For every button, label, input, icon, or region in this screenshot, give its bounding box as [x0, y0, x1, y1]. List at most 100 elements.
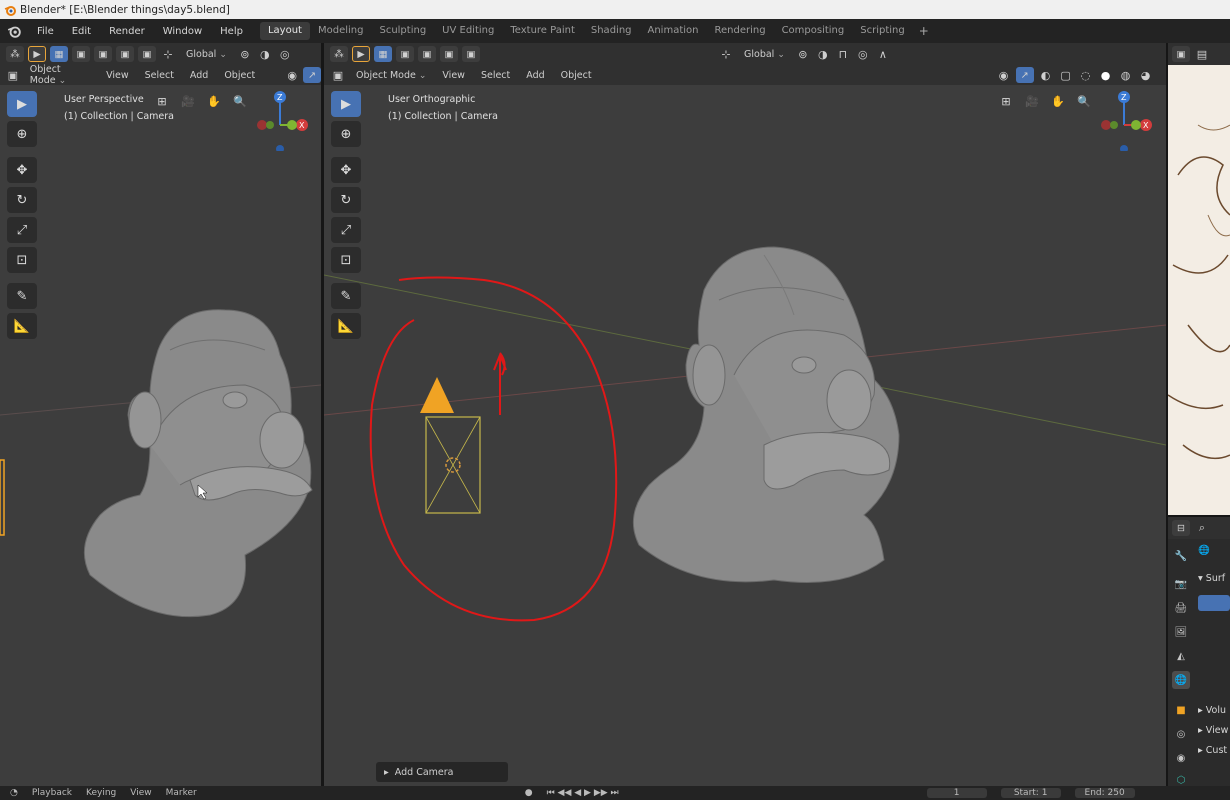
menu-window[interactable]: Window: [154, 26, 211, 37]
xray-icon[interactable]: ▢: [1058, 67, 1074, 83]
select-mode-new-icon[interactable]: ▦: [374, 46, 392, 62]
editor-type-icon[interactable]: ▣: [1172, 46, 1190, 62]
volume-panel[interactable]: ▸ Volu: [1198, 705, 1226, 716]
viewport-display-panel[interactable]: ▸ View: [1198, 725, 1228, 736]
output-tab-icon[interactable]: 🖨: [1172, 599, 1190, 617]
select-mode-subtract-icon[interactable]: ▣: [94, 46, 112, 62]
menu-select[interactable]: Select: [139, 70, 180, 81]
pivot-icon[interactable]: ⊚: [795, 46, 811, 62]
menu-object[interactable]: Object: [218, 70, 261, 81]
menu-file[interactable]: File: [28, 26, 63, 37]
pivot-icon[interactable]: ⊚: [237, 46, 253, 62]
annotate-icon[interactable]: ✎: [7, 283, 37, 309]
select-tool-icon[interactable]: ▶: [28, 46, 46, 62]
snap-target-icon[interactable]: ⊓: [835, 46, 851, 62]
tab-rendering[interactable]: Rendering: [706, 22, 773, 40]
menu-edit[interactable]: Edit: [63, 26, 100, 37]
menu-view[interactable]: View: [436, 70, 471, 81]
wireframe-shading-icon[interactable]: ◌: [1078, 67, 1094, 83]
measure-icon[interactable]: 📐: [331, 313, 361, 339]
hand-pan-icon[interactable]: ✋: [204, 91, 224, 111]
cursor-icon[interactable]: ⊕: [331, 121, 361, 147]
navigation-gizmo[interactable]: Z X: [1094, 87, 1158, 151]
menu-view[interactable]: View: [130, 788, 151, 798]
tab-modeling[interactable]: Modeling: [310, 22, 372, 40]
menu-marker[interactable]: Marker: [166, 788, 197, 798]
world-tab-icon[interactable]: 🌐: [1172, 671, 1190, 689]
mode-dropdown[interactable]: Object Mode: [24, 64, 96, 86]
render-tab-icon[interactable]: 📷: [1172, 575, 1190, 593]
solid-shading-icon[interactable]: ●: [1098, 67, 1114, 83]
end-frame-field[interactable]: End: 250: [1074, 788, 1135, 798]
scale-icon[interactable]: ⤢: [7, 217, 37, 243]
world-selector[interactable]: 🌐: [1198, 545, 1210, 556]
scale-icon[interactable]: ⤢: [331, 217, 361, 243]
clock-icon[interactable]: ◔: [10, 788, 18, 798]
select-box-icon[interactable]: ▶: [331, 91, 361, 117]
visibility-icon[interactable]: ◉: [285, 67, 299, 83]
snap-icon[interactable]: ◑: [815, 46, 831, 62]
image-icon[interactable]: ▤: [1194, 46, 1210, 62]
orientation-dropdown[interactable]: Global: [180, 49, 233, 60]
camera-view-icon[interactable]: 🎥: [1022, 91, 1042, 111]
tab-scripting[interactable]: Scripting: [852, 22, 912, 40]
snap-icon[interactable]: ◑: [257, 46, 273, 62]
menu-view[interactable]: View: [100, 70, 135, 81]
tab-shading[interactable]: Shading: [583, 22, 640, 40]
navigation-gizmo[interactable]: Z X: [250, 87, 314, 151]
menu-keying[interactable]: Keying: [86, 788, 116, 798]
menu-playback[interactable]: Playback: [32, 788, 72, 798]
current-frame-field[interactable]: 1: [926, 788, 987, 798]
select-tool-icon[interactable]: ▶: [352, 46, 370, 62]
material-shading-icon[interactable]: ◍: [1118, 67, 1134, 83]
transform-icon[interactable]: ⊡: [331, 247, 361, 273]
menu-select[interactable]: Select: [475, 70, 516, 81]
scene-tab-icon[interactable]: ◭: [1172, 647, 1190, 665]
editor-type-icon[interactable]: ⁂: [6, 46, 24, 62]
camera-view-icon[interactable]: 🎥: [178, 91, 198, 111]
hand-pan-icon[interactable]: ✋: [1048, 91, 1068, 111]
constraints-tab-icon[interactable]: ◉: [1172, 749, 1190, 767]
gizmo-toggle-icon[interactable]: ↗: [303, 67, 321, 83]
select-mode-invert-icon[interactable]: ▣: [440, 46, 458, 62]
menu-add[interactable]: Add: [184, 70, 214, 81]
select-mode-intersect-icon[interactable]: ▣: [138, 46, 156, 62]
measure-icon[interactable]: 📐: [7, 313, 37, 339]
falloff-icon[interactable]: ∧: [875, 46, 891, 62]
menu-object[interactable]: Object: [555, 70, 598, 81]
proportional-icon[interactable]: ◎: [855, 46, 871, 62]
menu-add[interactable]: Add: [520, 70, 550, 81]
tool-tab-icon[interactable]: 🔧: [1172, 547, 1190, 565]
select-mode-new-icon[interactable]: ▦: [50, 46, 68, 62]
tab-animation[interactable]: Animation: [640, 22, 707, 40]
zoom-icon[interactable]: 🔍: [230, 91, 250, 111]
physics-tab-icon[interactable]: ◎: [1172, 725, 1190, 743]
visibility-icon[interactable]: ◉: [996, 67, 1012, 83]
gizmo-toggle-icon[interactable]: ↗: [1015, 67, 1034, 83]
transform-icon[interactable]: ⊡: [7, 247, 37, 273]
select-mode-extend-icon[interactable]: ▣: [72, 46, 90, 62]
tab-layout[interactable]: Layout: [259, 22, 310, 40]
record-icon[interactable]: ●: [525, 788, 533, 798]
rotate-icon[interactable]: ↻: [331, 187, 361, 213]
select-mode-invert-icon[interactable]: ▣: [116, 46, 134, 62]
annotate-icon[interactable]: ✎: [331, 283, 361, 309]
cursor-icon[interactable]: ⊕: [7, 121, 37, 147]
blender-menu-icon[interactable]: [0, 19, 28, 43]
custom-properties-panel[interactable]: ▸ Cust: [1198, 745, 1227, 756]
move-icon[interactable]: ✥: [7, 157, 37, 183]
left-viewport-canvas[interactable]: ▶ ⊕ ✥ ↻ ⤢ ⊡ ✎ 📐 User Perspective (1) Col…: [0, 85, 321, 786]
start-frame-field[interactable]: Start: 1: [1000, 788, 1061, 798]
add-workspace-button[interactable]: +: [913, 24, 935, 38]
redo-panel-add-camera[interactable]: ▸ Add Camera: [376, 762, 508, 782]
mode-dropdown[interactable]: Object Mode: [350, 70, 432, 81]
rotate-icon[interactable]: ↻: [7, 187, 37, 213]
editor-type-icon[interactable]: ⁂: [330, 46, 348, 62]
surface-shader-button[interactable]: [1198, 595, 1230, 611]
surface-panel[interactable]: ▾ Surf: [1198, 573, 1225, 584]
select-mode-extend-icon[interactable]: ▣: [396, 46, 414, 62]
editor-type-icon[interactable]: ⊟: [1172, 520, 1190, 536]
menu-help[interactable]: Help: [211, 26, 252, 37]
tab-compositing[interactable]: Compositing: [774, 22, 853, 40]
move-icon[interactable]: ✥: [331, 157, 361, 183]
